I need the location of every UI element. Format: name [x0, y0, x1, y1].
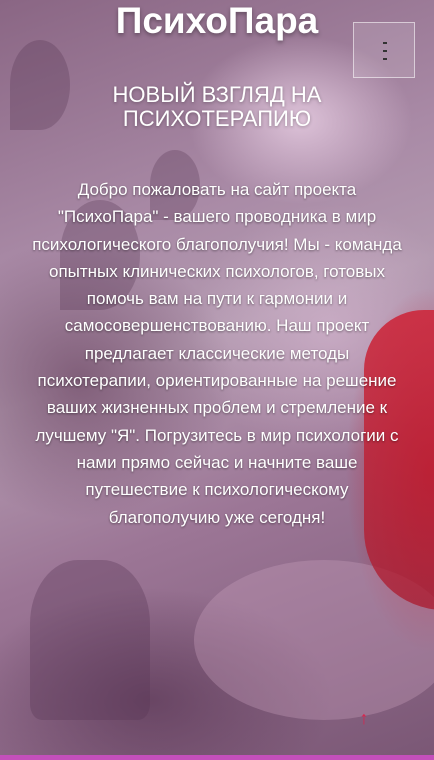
hero-tagline: НОВЫЙ ВЗГЛЯД НА ПСИХОТЕРАПИЮ: [112, 82, 322, 131]
scroll-to-top-button[interactable]: ↑: [356, 706, 372, 730]
bottom-accent-bar: [0, 755, 434, 760]
page: ПсихоПара НОВЫЙ ВЗГЛЯД НА ПСИХОТЕРАПИЮ Д…: [0, 0, 434, 760]
hero-intro-text: Добро пожаловать на сайт проекта "ПсихоП…: [32, 180, 402, 527]
menu-button[interactable]: [353, 22, 415, 78]
arrow-up-icon: ↑: [359, 708, 369, 728]
menu-icon: [354, 23, 414, 77]
background-plant: [30, 560, 150, 720]
